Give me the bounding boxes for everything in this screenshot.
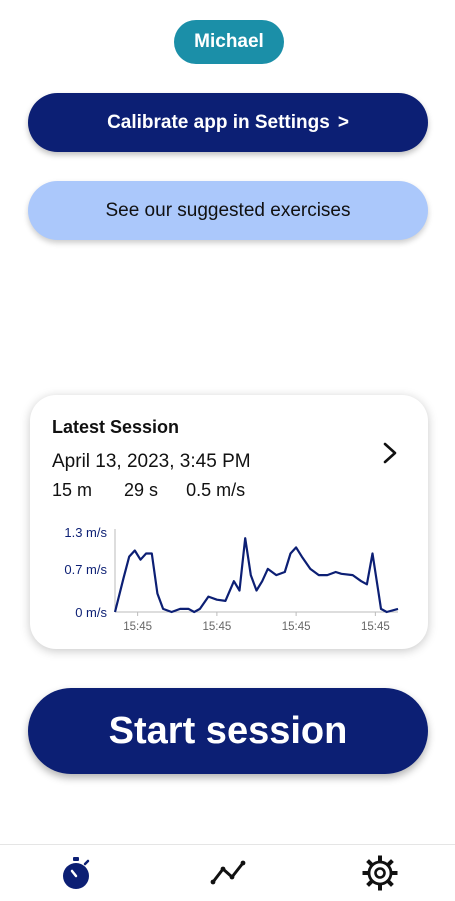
user-name: Michael — [194, 31, 264, 52]
y-tick-label: 0 m/s — [75, 605, 107, 620]
suggested-exercises-button[interactable]: See our suggested exercises — [28, 181, 428, 240]
x-tick-label: 15:45 — [202, 621, 231, 633]
calibrate-settings-button[interactable]: Calibrate app in Settings > — [28, 93, 428, 152]
x-tick-label: 15:45 — [282, 621, 311, 633]
user-name-badge[interactable]: Michael — [174, 20, 284, 64]
gear-icon[interactable] — [362, 855, 398, 891]
chevron-right-icon: > — [337, 111, 349, 133]
trend-icon[interactable] — [210, 855, 246, 891]
exercises-label: See our suggested exercises — [105, 199, 351, 221]
x-tick-label: 15:45 — [123, 621, 152, 633]
y-tick-label: 1.3 m/s — [64, 525, 107, 540]
latest-session-card[interactable]: Latest Session April 13, 2023, 3:45 PM 1… — [30, 395, 428, 649]
stopwatch-icon[interactable] — [58, 855, 94, 891]
bottom-nav — [0, 844, 455, 901]
start-session-label: Start session — [108, 709, 348, 752]
y-tick-label: 0.7 m/s — [64, 562, 107, 577]
calibrate-label: Calibrate app in Settings — [107, 111, 330, 133]
x-tick-label: 15:45 — [361, 621, 390, 633]
speed-series-line — [113, 537, 399, 614]
start-session-button[interactable]: Start session — [28, 688, 428, 774]
speed-chart: 1.3 m/s 0.7 m/s 0 m/s 15:45 15:45 15:45 15:45 — [64, 525, 399, 633]
